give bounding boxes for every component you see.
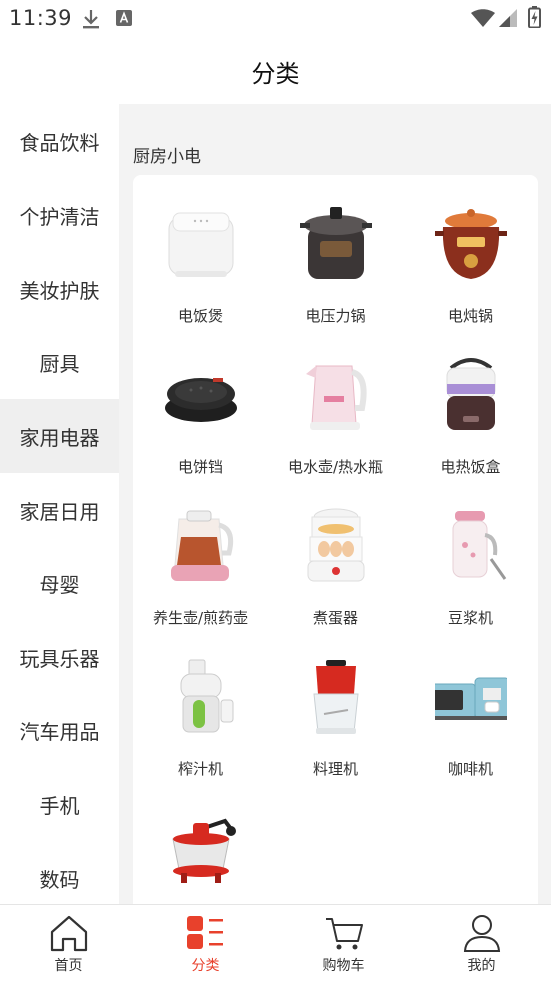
sidebar-item-label: 玩具乐器 [19, 646, 100, 671]
product-label: 电水壶/热水瓶 [287, 458, 384, 476]
sidebar-item-digital[interactable]: 数码 [0, 841, 119, 904]
product-stew-pot[interactable]: 电炖锅 [403, 205, 538, 355]
sidebar-item-toys[interactable]: 玩具乐器 [0, 620, 119, 694]
nav-home[interactable]: 首页 [0, 905, 137, 982]
product-lunch-box[interactable]: 电热饭盒 [403, 356, 538, 506]
product-label: 煮蛋器 [312, 609, 358, 627]
section-title: 厨房小电 [133, 147, 201, 167]
header: 分类 [0, 38, 551, 104]
stew-pot-icon [435, 205, 507, 285]
sidebar-item-household[interactable]: 家居日用 [0, 473, 119, 547]
nav-label: 首页 [54, 958, 83, 974]
wifi-icon [471, 9, 495, 31]
sidebar-item-home-appliances[interactable]: 家用电器 [0, 399, 119, 473]
rice-cooker-icon [165, 205, 237, 285]
product-hand-chopper[interactable] [133, 809, 268, 904]
electric-griddle-icon [165, 356, 237, 436]
egg-boiler-icon [300, 507, 372, 587]
nav-label: 我的 [467, 958, 496, 974]
product-pressure-cooker[interactable]: 电压力锅 [268, 205, 403, 355]
sidebar-item-personal-care[interactable]: 个护清洁 [0, 178, 119, 252]
nav-category[interactable]: 分类 [137, 905, 274, 982]
category-sidebar: 食品饮料 个护清洁 美妆护肤 厨具 家用电器 家居日用 母婴 玩具乐器 汽车用品… [0, 104, 119, 904]
home-icon [49, 913, 89, 953]
product-label: 榨汁机 [177, 760, 223, 778]
status-bar: 11:39 [0, 0, 551, 38]
product-health-pot[interactable]: 养生壶/煎药壶 [133, 507, 268, 657]
status-time: 11:39 [9, 6, 73, 30]
product-label: 电饭煲 [177, 307, 223, 325]
product-juicer[interactable]: 榨汁机 [133, 658, 268, 808]
product-coffee-machine[interactable]: 咖啡机 [403, 658, 538, 808]
product-label: 电饼铛 [177, 458, 223, 476]
sidebar-item-label: 个护清洁 [19, 204, 100, 229]
signal-icon [499, 9, 517, 31]
sidebar-item-label: 家居日用 [19, 499, 100, 524]
bottom-nav: 首页 分类 购物车 我的 [0, 904, 551, 982]
sidebar-item-label: 数码 [39, 867, 80, 892]
sidebar-item-label: 食品饮料 [19, 130, 100, 155]
product-label: 电压力锅 [305, 307, 366, 325]
nav-cart[interactable]: 购物车 [275, 905, 412, 982]
product-food-processor[interactable]: 料理机 [268, 658, 403, 808]
sidebar-item-label: 汽车用品 [19, 719, 100, 744]
category-content: 厨房小电 电饭煲 电压力锅 电炖锅 电饼铛 电水壶/热水瓶 电热饭盒 养生壶/煎… [119, 104, 551, 904]
nav-label: 购物车 [322, 958, 365, 974]
sidebar-item-auto[interactable]: 汽车用品 [0, 693, 119, 767]
battery-charging-icon [528, 6, 541, 32]
nav-label: 分类 [191, 958, 220, 974]
coffee-machine-icon [426, 658, 510, 738]
product-label: 料理机 [312, 760, 358, 778]
product-label: 养生壶/煎药壶 [152, 609, 249, 627]
text-box-icon [116, 10, 132, 30]
soymilk-maker-icon [435, 507, 507, 587]
kettle-icon [300, 356, 372, 436]
product-label: 豆浆机 [447, 609, 493, 627]
sidebar-item-kitchenware[interactable]: 厨具 [0, 325, 119, 399]
sidebar-item-label: 手机 [39, 793, 80, 818]
nav-profile[interactable]: 我的 [413, 905, 550, 982]
sidebar-item-label: 美妆护肤 [19, 278, 100, 303]
product-rice-cooker[interactable]: 电饭煲 [133, 205, 268, 355]
product-grid: 电饭煲 电压力锅 电炖锅 电饼铛 电水壶/热水瓶 电热饭盒 养生壶/煎药壶 煮蛋… [133, 175, 538, 904]
category-icon [186, 913, 226, 953]
cart-icon [324, 913, 364, 953]
profile-icon [462, 913, 502, 953]
product-label: 电炖锅 [447, 307, 493, 325]
sidebar-item-label: 母婴 [39, 572, 80, 597]
product-kettle[interactable]: 电水壶/热水瓶 [268, 356, 403, 506]
sidebar-item-label: 家用电器 [19, 425, 100, 450]
lunch-box-icon [435, 356, 507, 436]
hand-chopper-icon [165, 809, 237, 889]
sidebar-item-mother-baby[interactable]: 母婴 [0, 546, 119, 620]
pressure-cooker-icon [300, 205, 372, 285]
download-icon [82, 8, 100, 34]
page-title: 分类 [251, 60, 300, 88]
sidebar-item-beauty[interactable]: 美妆护肤 [0, 252, 119, 326]
food-processor-icon [300, 658, 372, 738]
product-soymilk-maker[interactable]: 豆浆机 [403, 507, 538, 657]
health-pot-icon [165, 507, 237, 587]
sidebar-item-phones[interactable]: 手机 [0, 767, 119, 841]
product-electric-griddle[interactable]: 电饼铛 [133, 356, 268, 506]
sidebar-item-label: 厨具 [39, 351, 80, 376]
sidebar-item-food-drinks[interactable]: 食品饮料 [0, 104, 119, 178]
product-label: 咖啡机 [447, 760, 493, 778]
product-egg-boiler[interactable]: 煮蛋器 [268, 507, 403, 657]
product-label: 电热饭盒 [440, 458, 501, 476]
juicer-icon [165, 658, 237, 738]
